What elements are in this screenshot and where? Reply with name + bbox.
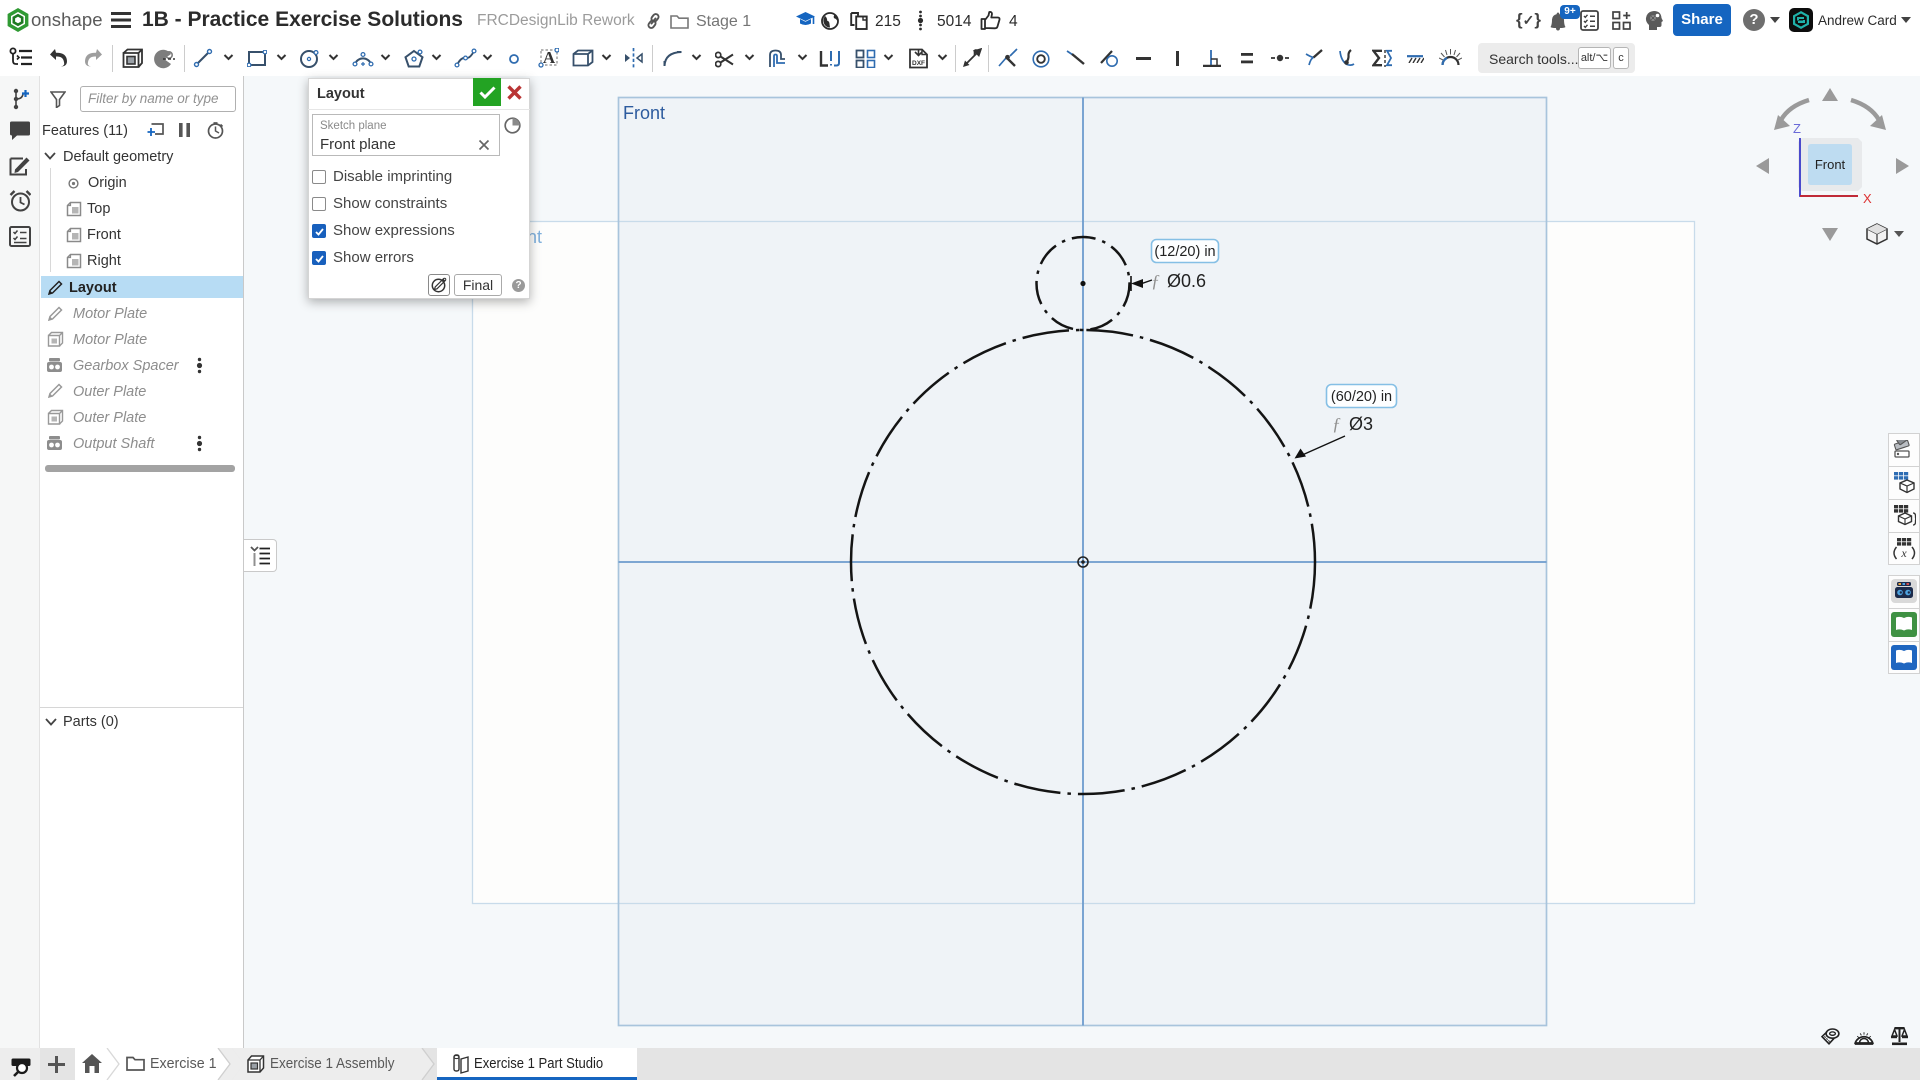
svg-text:(12/20) in: (12/20) in	[1154, 244, 1215, 260]
svg-text:DXF: DXF	[912, 60, 925, 67]
svg-text:Z: Z	[1793, 121, 1801, 136]
svg-text:ƒ: ƒ	[1151, 271, 1160, 291]
svg-text:Ø0.6: Ø0.6	[1167, 271, 1206, 291]
svg-text:Ø3: Ø3	[1349, 414, 1373, 434]
svg-text:(60/20) in: (60/20) in	[1331, 389, 1392, 405]
svg-text:A: A	[543, 48, 556, 67]
svg-text:x: x	[1900, 546, 1907, 560]
svg-text:X: X	[1863, 191, 1872, 206]
svg-text:Front: Front	[623, 103, 665, 123]
svg-text:Front: Front	[1815, 157, 1846, 172]
svg-text:ƒ: ƒ	[1332, 414, 1341, 434]
